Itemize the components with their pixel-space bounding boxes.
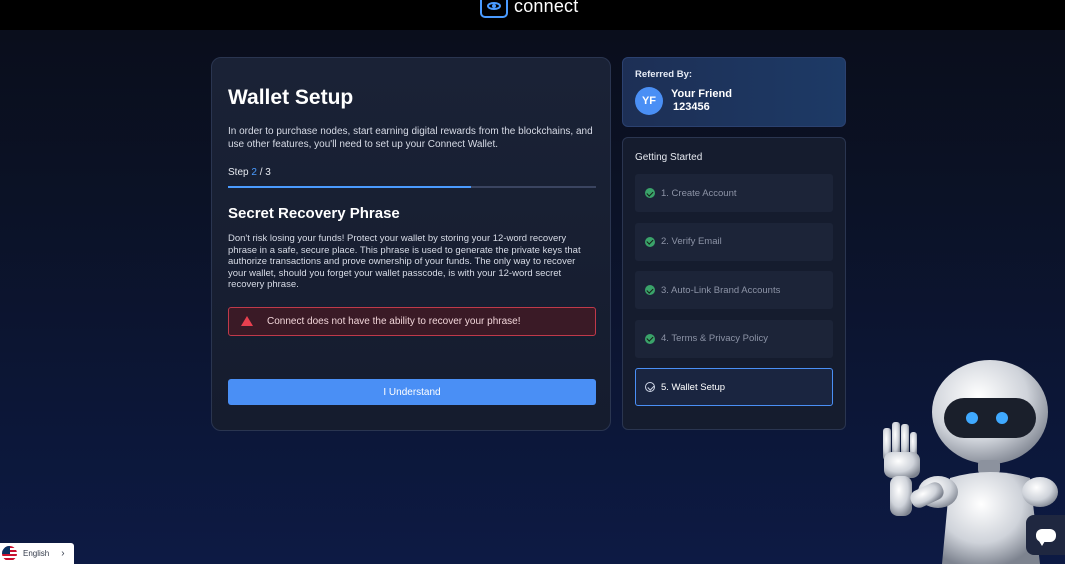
warning-icon xyxy=(241,316,253,327)
getting-started-title: Getting Started xyxy=(635,152,703,163)
page-title: Wallet Setup xyxy=(228,86,354,109)
step-item-auto-link[interactable]: 3. Auto-Link Brand Accounts xyxy=(635,271,833,309)
step-label: 4. Terms & Privacy Policy xyxy=(661,333,768,344)
connect-logo-icon xyxy=(480,0,508,18)
step-label: 3. Auto-Link Brand Accounts xyxy=(661,284,781,296)
step-prefix: Step xyxy=(228,167,249,178)
getting-started-card: Getting Started 1. Create Account 2. Ver… xyxy=(622,137,846,430)
intro-text: In order to purchase nodes, start earnin… xyxy=(228,126,593,150)
step-item-create-account[interactable]: 1. Create Account xyxy=(635,174,833,212)
check-circle-icon xyxy=(645,188,655,198)
referrer-info: Your Friend 123456 xyxy=(671,88,732,114)
section-title: Secret Recovery Phrase xyxy=(228,205,400,222)
check-circle-icon xyxy=(645,333,655,344)
referral-card: Referred By: YF Your Friend 123456 xyxy=(622,57,846,127)
warning-banner: Connect does not have the ability to rec… xyxy=(228,306,596,336)
step-indicator: Step 2 / 3 xyxy=(228,167,594,178)
chevron-right-icon: › xyxy=(61,548,65,559)
progress-bar xyxy=(228,186,596,188)
us-flag-icon xyxy=(2,546,17,561)
understand-button[interactable]: I Understand xyxy=(228,379,596,405)
referral-code: 123456 xyxy=(673,101,710,113)
referral-label: Referred By: xyxy=(635,69,693,80)
step-label: 2. Verify Email xyxy=(661,236,722,247)
language-selector[interactable]: English › xyxy=(0,543,74,564)
language-label: English xyxy=(23,549,50,558)
wallet-setup-card: Wallet Setup In order to purchase nodes,… xyxy=(211,57,611,431)
progress-fill xyxy=(228,186,471,188)
chat-button[interactable] xyxy=(1026,515,1065,555)
warning-text: Connect does not have the ability to rec… xyxy=(267,315,521,327)
step-current: 2 xyxy=(251,167,257,178)
step-label: 1. Create Account xyxy=(661,187,737,199)
brand-name: connect xyxy=(514,0,579,16)
step-label: 5. Wallet Setup xyxy=(661,381,726,393)
top-bar: connect xyxy=(0,0,1065,30)
brand-logo[interactable]: connect xyxy=(480,0,578,18)
step-item-wallet-setup[interactable]: 5. Wallet Setup xyxy=(635,368,833,406)
step-item-terms[interactable]: 4. Terms & Privacy Policy xyxy=(635,319,833,358)
avatar: YF xyxy=(635,87,663,115)
referrer-row: YF Your Friend 123456 xyxy=(635,87,833,115)
chat-icon xyxy=(1035,528,1056,546)
recovery-phrase-description: Don't risk losing your funds! Protect yo… xyxy=(228,233,581,291)
check-outline-icon xyxy=(645,382,655,392)
step-total: / 3 xyxy=(259,167,271,178)
check-circle-icon xyxy=(645,285,655,295)
check-circle-icon xyxy=(645,236,655,247)
step-item-verify-email[interactable]: 2. Verify Email xyxy=(635,222,833,261)
referrer-name: Your Friend xyxy=(671,88,732,100)
